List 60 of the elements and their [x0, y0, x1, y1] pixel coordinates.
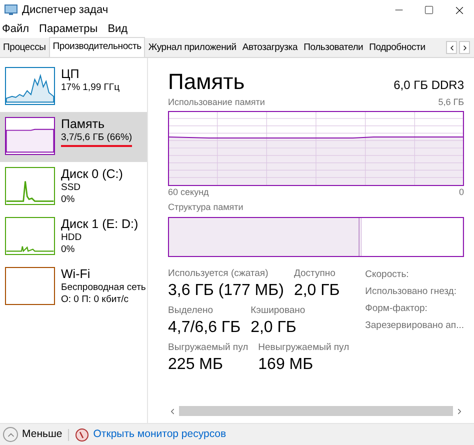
item-name: Диск 1 (E: D:) — [61, 217, 138, 232]
less-details-button[interactable]: Меньше — [3, 426, 62, 442]
stat-value: 3,6 ГБ (177 МБ) — [168, 280, 284, 301]
item-detail: 0% — [61, 194, 76, 206]
tab[interactable]: Производительность — [48, 37, 146, 57]
stat-value: 225 МБ — [168, 355, 224, 376]
horizontal-scrollbar[interactable] — [168, 405, 464, 417]
memory-total: 6,0 ГБ DDR3 — [394, 77, 464, 94]
stat-label: Используется (сжатая) — [168, 266, 270, 280]
sidebar-item[interactable]: ЦП 17% 1,99 ГГц — [0, 62, 148, 112]
usage-label: Использование памяти — [168, 96, 265, 109]
item-name: Память — [61, 117, 106, 132]
item-detail: 3,7/5,6 ГБ (66%) — [61, 132, 132, 147]
time-axis-label: 0 — [458, 186, 464, 198]
tab[interactable]: Процессы — [0, 39, 49, 57]
stat-value: 169 МБ — [258, 355, 314, 376]
sidebar-item[interactable]: Диск 1 (E: D:) HDD 0% — [0, 212, 148, 262]
sidebar-item[interactable]: Диск 0 (C:) SSD 0% — [0, 162, 148, 212]
usage-max: 5,6 ГБ — [438, 96, 464, 109]
item-detail: HDD — [61, 232, 83, 244]
tab[interactable]: Автозагрузка — [239, 39, 301, 57]
gauge-icon — [75, 428, 90, 442]
sidebar-item[interactable]: Wi-Fi Беспроводная сеть О: 0 П: 0 кбит/с — [0, 262, 148, 312]
stat-label: Кэшировано — [250, 304, 306, 318]
item-detail: О: 0 П: 0 кбит/с — [61, 294, 130, 306]
scroll-right-icon — [455, 406, 464, 416]
sidebar-item[interactable]: Память 3,7/5,6 ГБ (66%) — [0, 112, 148, 162]
stat-label: Выделено — [168, 304, 214, 318]
stat-value: 4,7/6,6 ГБ — [168, 318, 241, 338]
stat-value: 2,0 ГБ — [294, 280, 340, 301]
stat-label: Выгружаемый пул — [168, 341, 248, 355]
item-name: Диск 0 (C:) — [61, 167, 123, 182]
property-label: Использовано гнезд: — [365, 284, 458, 299]
window-title: Диспетчер задач — [22, 2, 108, 18]
resource-monitor-link[interactable]: Открыть монитор ресурсов — [75, 426, 226, 442]
stat-label: Невыгружаемый пул — [258, 341, 350, 355]
item-detail: Беспроводная сеть — [61, 282, 146, 294]
property-label: Скорость: — [365, 268, 410, 282]
item-detail: 17% 1,99 ГГц — [61, 82, 120, 94]
property-label: Зарезервировано ап... — [365, 319, 464, 334]
item-detail: SSD — [61, 182, 82, 194]
detail-title: Память — [168, 70, 245, 94]
structure-label: Структура памяти — [168, 201, 244, 214]
tab-scroll-left-button[interactable] — [446, 41, 457, 54]
stat-label: Доступно — [294, 266, 336, 280]
maximize-icon — [424, 5, 434, 15]
stat-value: 2,0 ГБ — [250, 318, 298, 338]
item-detail: 0% — [61, 244, 76, 256]
tab[interactable]: Подробности — [366, 39, 428, 57]
property-label: Форм-фактор: — [365, 302, 428, 316]
app-icon — [4, 4, 18, 16]
item-name: ЦП — [61, 67, 80, 82]
menu-item[interactable]: Параметры — [39, 20, 98, 38]
menu-item[interactable]: Файл — [2, 20, 30, 38]
tab-scroll-right-button[interactable] — [459, 41, 470, 54]
menu-item[interactable]: Вид — [108, 20, 128, 38]
item-name: Wi-Fi — [61, 267, 92, 282]
tab[interactable]: Журнал приложений — [145, 39, 240, 57]
tab[interactable]: Пользователи — [300, 39, 366, 57]
time-axis-label: 60 секунд — [168, 186, 209, 199]
